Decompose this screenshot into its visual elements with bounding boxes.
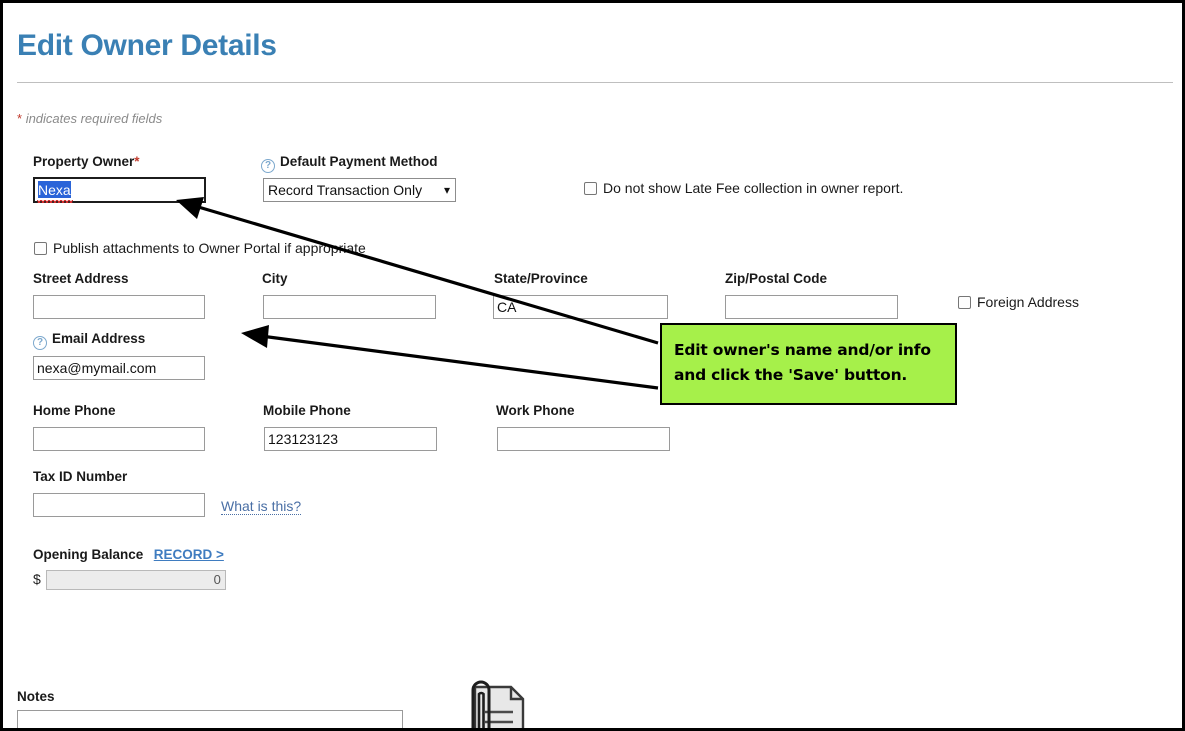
title-divider — [17, 82, 1173, 83]
notes-label: Notes — [17, 689, 55, 704]
street-address-label: Street Address — [33, 271, 129, 286]
opening-balance-label: Opening Balance — [33, 547, 143, 562]
work-phone-input[interactable] — [497, 427, 670, 451]
notes-textarea[interactable] — [17, 710, 403, 731]
required-asterisk: * — [17, 111, 22, 126]
tax-id-number-label: Tax ID Number — [33, 469, 127, 484]
opening-balance-input: 0 — [46, 570, 226, 590]
email-address-label: ? Email Address — [33, 331, 145, 350]
mobile-phone-value: 123123123 — [268, 431, 338, 447]
property-owner-required-marker: * — [134, 154, 139, 169]
email-address-value: nexa@mymail.com — [37, 360, 156, 376]
property-owner-value: Nexa — [38, 181, 71, 198]
currency-symbol: $ — [33, 571, 41, 587]
chevron-down-icon: ▾ — [444, 179, 450, 202]
publish-attachments-checkbox[interactable] — [34, 242, 47, 255]
city-label: City — [262, 271, 288, 286]
work-phone-label: Work Phone — [496, 403, 575, 418]
property-owner-label: Property Owner* — [33, 154, 140, 169]
late-fee-checkbox-label: Do not show Late Fee collection in owner… — [603, 180, 903, 196]
question-mark-icon[interactable]: ? — [261, 159, 275, 173]
opening-balance-record-link[interactable]: RECORD > — [154, 547, 224, 562]
spellcheck-underline — [37, 200, 73, 203]
required-fields-note-text: indicates required fields — [26, 111, 163, 126]
arrow-to-property-owner — [176, 197, 658, 343]
opening-balance-input-row: $0 — [33, 570, 226, 590]
home-phone-label: Home Phone — [33, 403, 116, 418]
home-phone-input[interactable] — [33, 427, 205, 451]
mobile-phone-label: Mobile Phone — [263, 403, 351, 418]
tax-id-number-input[interactable] — [33, 493, 205, 517]
arrow-to-email-address — [241, 325, 658, 388]
mobile-phone-input[interactable]: 123123123 — [264, 427, 437, 451]
state-province-input[interactable]: CA — [493, 295, 668, 319]
publish-attachments-checkbox-row[interactable]: Publish attachments to Owner Portal if a… — [34, 240, 366, 256]
default-payment-method-select[interactable]: Record Transaction Only ▾ — [263, 178, 456, 202]
publish-attachments-checkbox-label: Publish attachments to Owner Portal if a… — [53, 240, 366, 256]
email-address-label-text: Email Address — [52, 331, 145, 346]
street-address-input[interactable] — [33, 295, 205, 319]
late-fee-checkbox-row[interactable]: Do not show Late Fee collection in owner… — [584, 180, 903, 196]
default-payment-method-label: ? Default Payment Method — [261, 154, 438, 173]
state-province-label: State/Province — [494, 271, 588, 286]
email-address-input[interactable]: nexa@mymail.com — [33, 356, 205, 380]
zip-postal-code-input[interactable] — [725, 295, 898, 319]
instruction-callout-line2: and click the 'Save' button. — [674, 363, 949, 388]
foreign-address-checkbox-label: Foreign Address — [977, 294, 1079, 310]
property-owner-label-text: Property Owner — [33, 154, 134, 169]
required-fields-note: * indicates required fields — [17, 111, 162, 126]
question-mark-icon[interactable]: ? — [33, 336, 47, 350]
default-payment-method-value: Record Transaction Only — [268, 182, 422, 198]
paperclip-document-icon — [453, 676, 543, 731]
instruction-callout-line1: Edit owner's name and/or info — [674, 338, 949, 363]
state-province-value: CA — [497, 299, 516, 315]
city-input[interactable] — [263, 295, 436, 319]
page-title: Edit Owner Details — [17, 29, 277, 63]
default-payment-method-label-text: Default Payment Method — [280, 154, 438, 169]
late-fee-checkbox[interactable] — [584, 182, 597, 195]
zip-postal-code-label: Zip/Postal Code — [725, 271, 827, 286]
what-is-this-link[interactable]: What is this? — [221, 498, 301, 515]
foreign-address-checkbox-row[interactable]: Foreign Address — [958, 294, 1079, 310]
opening-balance-row: Opening Balance RECORD > — [33, 546, 224, 564]
instruction-callout-text: Edit owner's name and/or info and click … — [674, 338, 949, 388]
property-owner-input[interactable]: Nexa — [33, 177, 206, 203]
instruction-callout: Edit owner's name and/or info and click … — [660, 323, 957, 405]
foreign-address-checkbox[interactable] — [958, 296, 971, 309]
edit-owner-details-page: Edit Owner Details * indicates required … — [0, 0, 1185, 731]
